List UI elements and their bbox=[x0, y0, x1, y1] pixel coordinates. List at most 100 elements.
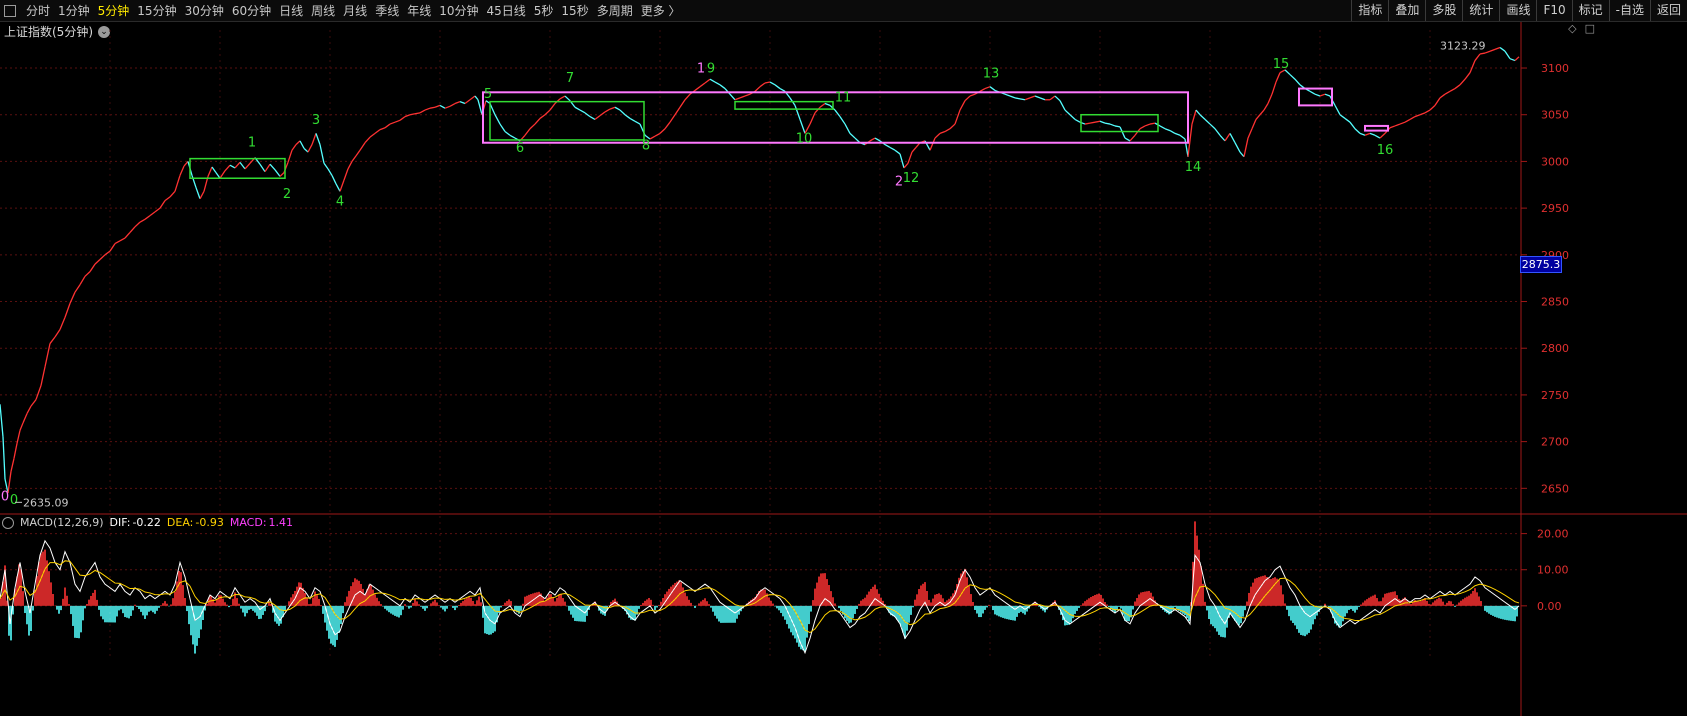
price-segment bbox=[849, 132, 856, 139]
wave-label: 0 bbox=[10, 493, 18, 508]
current-price-tag: 2875.3 bbox=[1520, 256, 1562, 273]
price-segment bbox=[559, 95, 566, 100]
price-segment bbox=[459, 101, 466, 105]
price-segment bbox=[499, 123, 506, 132]
price-segment bbox=[1124, 137, 1131, 142]
price-segment bbox=[1439, 93, 1446, 99]
price-segment bbox=[1419, 112, 1426, 116]
wave-label: 11 bbox=[835, 91, 852, 106]
wave-label: 10 bbox=[796, 132, 813, 147]
price-segment bbox=[524, 128, 531, 136]
price-segment bbox=[869, 137, 876, 142]
price-segment bbox=[729, 93, 736, 101]
price-segment bbox=[774, 84, 781, 90]
price-segment bbox=[1219, 134, 1226, 142]
price-segment bbox=[1289, 74, 1296, 80]
price-segment bbox=[159, 200, 166, 209]
price-segment bbox=[1314, 93, 1321, 97]
price-segment bbox=[574, 106, 581, 111]
price-segment bbox=[99, 254, 106, 260]
close-icon[interactable] bbox=[2, 516, 14, 529]
price-segment bbox=[769, 81, 776, 86]
price-segment bbox=[1169, 130, 1176, 134]
wave-label: 4 bbox=[336, 194, 344, 209]
price-segment bbox=[1009, 95, 1016, 99]
price-segment bbox=[1209, 123, 1216, 130]
price-segment bbox=[79, 275, 86, 286]
price-segment bbox=[369, 132, 376, 138]
price-segment bbox=[1514, 56, 1520, 62]
price-segment bbox=[1251, 119, 1257, 129]
price-segment bbox=[734, 97, 741, 101]
price-segment bbox=[1084, 122, 1091, 125]
price-segment bbox=[1049, 95, 1056, 101]
price-segment bbox=[119, 237, 126, 242]
price-segment bbox=[1424, 109, 1431, 114]
consolidation-box bbox=[489, 100, 645, 141]
kline-chart[interactable]: 0 0123456781 91011132 121415163123.292635.0… bbox=[0, 0, 1687, 716]
price-segment bbox=[409, 113, 416, 116]
price-segment bbox=[939, 130, 946, 135]
price-segment bbox=[434, 104, 441, 108]
price-segment bbox=[1409, 116, 1416, 120]
price-segment bbox=[654, 132, 661, 137]
price-segment bbox=[129, 226, 136, 233]
price-segment bbox=[564, 95, 571, 102]
price-segment bbox=[207, 166, 213, 177]
price-segment bbox=[429, 106, 436, 109]
price-segment bbox=[599, 111, 606, 117]
price-segment bbox=[1064, 109, 1071, 116]
price-segment bbox=[1354, 128, 1361, 134]
price-segment bbox=[1195, 109, 1201, 116]
price-tick-label: 2650 bbox=[1541, 482, 1569, 495]
price-segment bbox=[26, 405, 32, 414]
price-segment bbox=[614, 106, 621, 111]
price-segment bbox=[449, 102, 456, 107]
price-segment bbox=[30, 399, 37, 407]
price-segment bbox=[1179, 134, 1186, 140]
macd-tick-label: 20.00 bbox=[1537, 528, 1569, 541]
price-segment bbox=[1459, 78, 1466, 86]
price-segment bbox=[954, 109, 961, 125]
price-segment bbox=[439, 104, 446, 109]
wave-label: 15 bbox=[1273, 57, 1290, 72]
price-segment bbox=[191, 175, 197, 188]
price-segment bbox=[1204, 118, 1211, 125]
price-segment bbox=[1243, 137, 1249, 157]
price-segment bbox=[355, 149, 361, 157]
price-tick-label: 3100 bbox=[1541, 62, 1569, 75]
price-segment bbox=[199, 191, 205, 200]
price-segment bbox=[1469, 60, 1476, 73]
price-segment bbox=[454, 101, 461, 105]
wave-label: 7 bbox=[566, 71, 574, 86]
price-segment bbox=[1164, 128, 1171, 132]
price-segment bbox=[1255, 114, 1261, 120]
price-tick-label: 2950 bbox=[1541, 202, 1569, 215]
price-segment bbox=[1364, 132, 1371, 136]
price-segment bbox=[134, 221, 141, 228]
price-segment bbox=[239, 161, 246, 170]
price-segment bbox=[1069, 114, 1076, 120]
macd-value: 1.41 bbox=[268, 516, 294, 529]
macd-value-label: MACD: bbox=[229, 516, 267, 529]
price-segment bbox=[764, 81, 771, 84]
price-segment bbox=[183, 160, 189, 167]
price-segment bbox=[384, 123, 391, 129]
price-segment bbox=[929, 137, 936, 151]
price-segment bbox=[114, 240, 121, 245]
price-segment bbox=[269, 163, 276, 171]
price-segment bbox=[229, 164, 236, 169]
price-segment bbox=[1334, 105, 1341, 116]
dea-label: DEA: bbox=[166, 516, 194, 529]
price-segment bbox=[1034, 95, 1041, 99]
price-segment bbox=[139, 218, 146, 223]
macd-label[interactable]: MACD(12,26,9) bbox=[20, 516, 104, 529]
price-segment bbox=[539, 114, 546, 119]
price-segment bbox=[144, 215, 151, 220]
price-segment bbox=[1484, 50, 1491, 54]
wave-label: 3 bbox=[312, 113, 320, 128]
price-segment bbox=[634, 120, 641, 125]
price-segment bbox=[669, 114, 676, 123]
price-segment bbox=[754, 86, 761, 92]
price-segment bbox=[335, 183, 341, 192]
